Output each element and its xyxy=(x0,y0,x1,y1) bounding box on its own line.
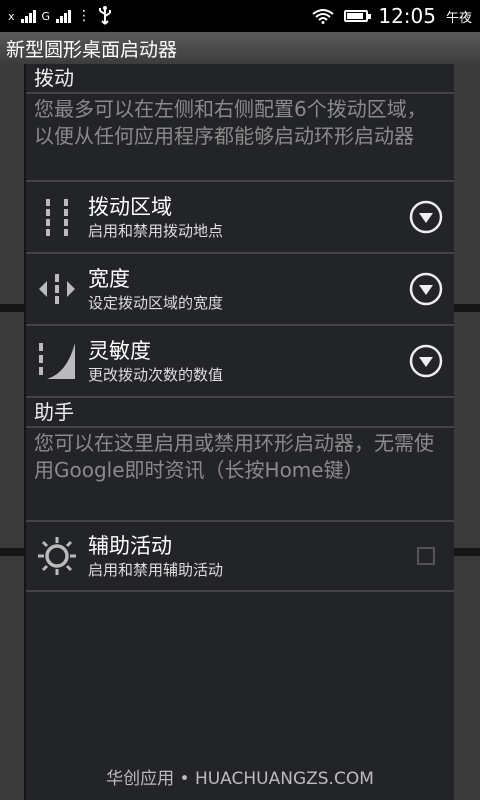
width-setting[interactable]: 宽度 设定拨动区域的宽度 xyxy=(26,252,454,324)
width-icon xyxy=(26,253,88,325)
more-icon: ⋮ xyxy=(77,8,92,24)
sim2-label: G xyxy=(41,9,51,23)
signal-1-icon xyxy=(20,9,36,23)
dropdown-arrow-icon[interactable] xyxy=(398,200,454,234)
sensitivity-icon xyxy=(26,325,88,397)
dropdown-arrow-icon[interactable] xyxy=(398,344,454,378)
background-strip xyxy=(454,312,480,548)
usb-icon xyxy=(99,6,112,25)
settings-panel: 拨动 您最多可以在左侧和右侧配置6个拨动区域，以便从任何应用程序都能够启动环形启… xyxy=(26,64,454,800)
swipe-zones-icon xyxy=(26,181,88,253)
app-title: 新型圆形桌面启动器 xyxy=(6,38,178,61)
swipe-zones-setting[interactable]: 拨动区域 启用和禁用拨动地点 xyxy=(26,180,454,252)
sensitivity-setting[interactable]: 灵敏度 更改拨动次数的数值 xyxy=(26,324,454,396)
background-strip xyxy=(0,64,24,304)
sensitivity-title: 灵敏度 xyxy=(88,339,151,363)
app-title-bar: 新型圆形桌面启动器 xyxy=(0,32,480,64)
background-strip xyxy=(0,312,24,548)
swipe-zones-title: 拨动区域 xyxy=(88,195,172,219)
dropdown-arrow-icon[interactable] xyxy=(398,272,454,306)
sensitivity-summary: 更改拨动次数的数值 xyxy=(88,366,224,384)
background-strip xyxy=(454,64,480,304)
section-description-assistant: 您可以在这里启用或禁用环形启动器，无需使用Google即时资讯（长按Home键） xyxy=(34,431,434,482)
wifi-icon xyxy=(312,9,334,24)
assist-activity-summary: 启用和禁用辅助活动 xyxy=(88,561,224,579)
battery-fill xyxy=(347,13,364,19)
status-bar: x G ⋮ 12:05 午夜 xyxy=(0,0,480,32)
width-summary: 设定拨动区域的宽度 xyxy=(88,294,224,312)
clock: 12:05 xyxy=(378,4,436,28)
assist-activity-checkbox[interactable] xyxy=(417,547,435,565)
signal-2-icon xyxy=(56,9,72,23)
assist-activity-icon xyxy=(26,520,88,592)
battery-icon xyxy=(344,10,372,22)
section-header-assistant: 助手 xyxy=(26,396,454,428)
clock-period: 午夜 xyxy=(445,10,472,26)
assist-activity-setting[interactable]: 辅助活动 启用和禁用辅助活动 xyxy=(26,520,454,592)
watermark: 华创应用 • HUACHUANGZS.COM xyxy=(106,769,374,789)
assist-activity-title: 辅助活动 xyxy=(88,534,172,558)
section-header-swipe: 拨动 xyxy=(26,64,454,94)
swipe-zones-summary: 启用和禁用拨动地点 xyxy=(88,222,224,240)
width-title: 宽度 xyxy=(88,267,130,291)
section-description-swipe: 您最多可以在左侧和右侧配置6个拨动区域，以便从任何应用程序都能够启动环形启动器 xyxy=(34,97,427,148)
sim1-label: x xyxy=(8,9,15,23)
